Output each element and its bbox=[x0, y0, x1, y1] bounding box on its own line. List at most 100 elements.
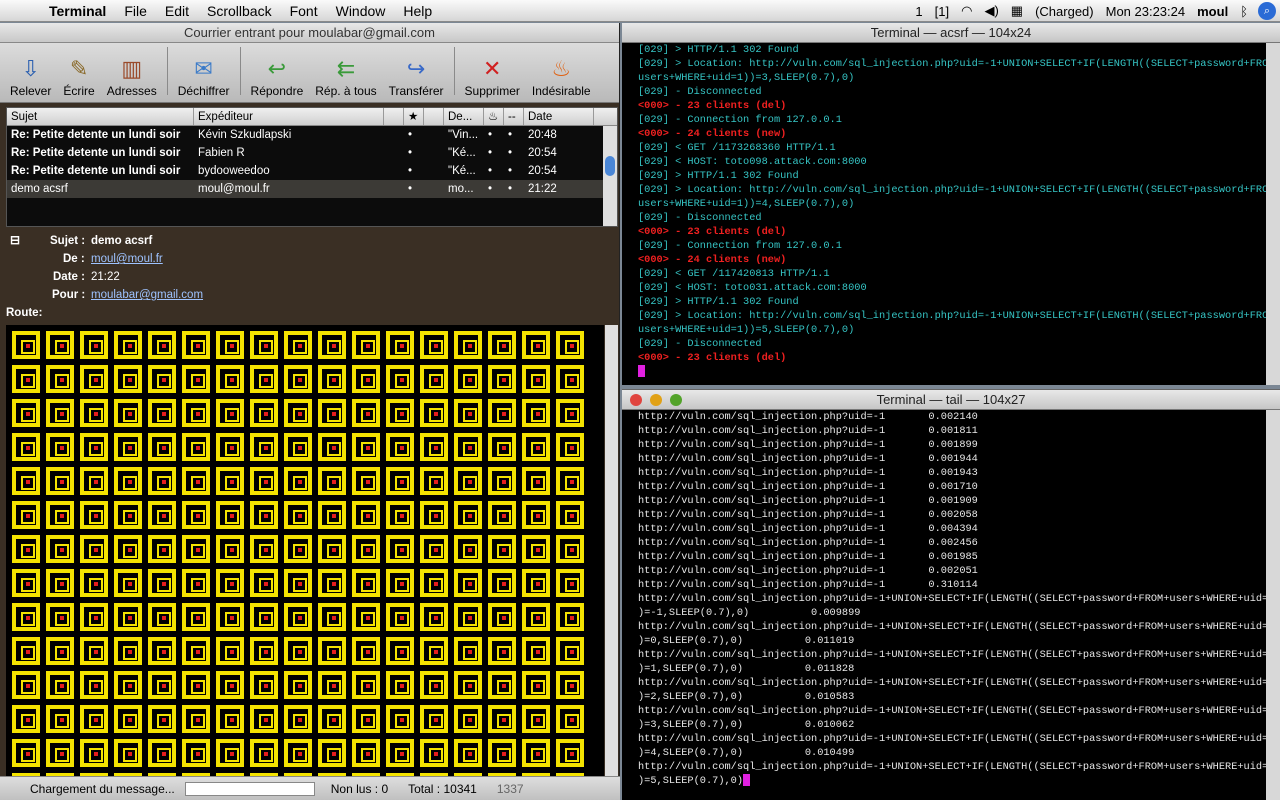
terminal-tail-output[interactable]: http://vuln.com/sql_injection.php?uid=-1… bbox=[622, 410, 1280, 788]
terminal-line: <000> - 23 clients (del) bbox=[638, 352, 787, 364]
menu-window[interactable]: Window bbox=[327, 3, 395, 19]
spotlight-search-icon[interactable]: ⌕ bbox=[1258, 2, 1276, 20]
message-row[interactable]: Re: Petite detente un lundi soir bydoowee… bbox=[7, 162, 617, 180]
cursor bbox=[638, 365, 645, 378]
pattern-tile bbox=[454, 603, 482, 631]
menu-file[interactable]: File bbox=[115, 3, 156, 19]
pattern-tile bbox=[216, 637, 244, 665]
battery-status[interactable]: (Charged) bbox=[1029, 4, 1100, 19]
pattern-tile bbox=[46, 671, 74, 699]
pattern-tile bbox=[250, 365, 278, 393]
column-dash[interactable]: -- bbox=[504, 108, 524, 125]
wifi-icon[interactable]: ◠ bbox=[955, 3, 978, 19]
pattern-tile bbox=[284, 331, 312, 359]
terminal-line: http://vuln.com/sql_injection.php?uid=-1… bbox=[638, 579, 978, 591]
forward-button[interactable]: ↪ Transférer bbox=[389, 56, 444, 98]
pattern-tile bbox=[420, 467, 448, 495]
terminal-acsrf-output[interactable]: [029] > HTTP/1.1 302 Found [029] > Locati… bbox=[622, 43, 1280, 379]
pattern-tile bbox=[420, 569, 448, 597]
column-star[interactable]: ★ bbox=[404, 108, 424, 125]
terminal-acsrf-scrollbar[interactable] bbox=[1266, 43, 1280, 385]
pattern-tile bbox=[284, 535, 312, 563]
column-date[interactable]: Date bbox=[524, 108, 594, 125]
pattern-tile bbox=[216, 365, 244, 393]
pattern-tile bbox=[80, 365, 108, 393]
pattern-tile bbox=[182, 433, 210, 461]
to-link[interactable]: moulabar@gmail.com bbox=[91, 289, 203, 301]
terminal-tail-scrollbar[interactable] bbox=[1266, 410, 1280, 800]
pattern-tile bbox=[114, 399, 142, 427]
column-flame[interactable]: ♨ bbox=[484, 108, 504, 125]
pattern-tile bbox=[454, 433, 482, 461]
flag-icon[interactable]: ▦ bbox=[1005, 3, 1029, 19]
minimize-button[interactable] bbox=[650, 394, 662, 406]
message-row[interactable]: Re: Petite detente un lundi soir Fabien R… bbox=[7, 144, 617, 162]
pattern-tile bbox=[420, 535, 448, 563]
pattern-tile bbox=[148, 569, 176, 597]
message-list-header: Sujet Expéditeur ★ De... ♨ -- Date bbox=[7, 108, 617, 126]
collapse-header-icon[interactable]: ⊟ bbox=[10, 233, 20, 247]
pattern-tile bbox=[522, 399, 550, 427]
terminal-line: http://vuln.com/sql_injection.php?uid=-1… bbox=[638, 537, 978, 549]
user-name[interactable]: moul bbox=[1191, 4, 1234, 19]
column-lock[interactable] bbox=[424, 108, 444, 125]
pattern-tile bbox=[556, 569, 584, 597]
menu-help[interactable]: Help bbox=[394, 3, 441, 19]
terminal-line: http://vuln.com/sql_injection.php?uid=-1… bbox=[638, 509, 978, 521]
forward-icon: ↪ bbox=[406, 56, 426, 81]
zoom-button[interactable] bbox=[670, 394, 682, 406]
clock[interactable]: Mon 23:23:24 bbox=[1100, 4, 1192, 19]
message-row[interactable]: Re: Petite detente un lundi soir Kévin Sz… bbox=[7, 126, 617, 144]
pattern-tile bbox=[80, 739, 108, 767]
status-item-count[interactable]: 1 bbox=[909, 4, 928, 19]
toolbar-separator bbox=[166, 46, 168, 95]
message-row-selected[interactable]: demo acsrf moul@moul.fr • mo... • • 21:22 bbox=[7, 180, 617, 198]
reply-button[interactable]: ↩ Répondre bbox=[251, 56, 304, 98]
menu-edit[interactable]: Edit bbox=[156, 3, 198, 19]
scroll-thumb[interactable] bbox=[605, 156, 615, 176]
terminal-line: [029] > Location: http://vuln.com/sql_in… bbox=[638, 58, 1280, 70]
pencil-icon: ✎ bbox=[69, 56, 89, 81]
junk-button[interactable]: ♨ Indésirable bbox=[532, 56, 591, 98]
menu-font[interactable]: Font bbox=[281, 3, 327, 19]
pattern-tile bbox=[12, 569, 40, 597]
terminal-line: )=5,SLEEP(0.7),0) bbox=[622, 774, 1280, 788]
menu-bar: Terminal File Edit Scrollback Font Windo… bbox=[0, 0, 1280, 22]
pattern-tile bbox=[318, 705, 346, 733]
spaces-indicator[interactable]: [1] bbox=[929, 4, 955, 19]
compose-button[interactable]: ✎ Écrire bbox=[63, 56, 94, 98]
pattern-tile bbox=[420, 671, 448, 699]
column-from[interactable]: Expéditeur bbox=[194, 108, 384, 125]
bluetooth-icon[interactable]: ᛒ bbox=[1234, 4, 1254, 19]
close-button[interactable] bbox=[630, 394, 642, 406]
terminal-line: [029] < GET /117420813 HTTP/1.1 bbox=[638, 268, 830, 280]
column-de[interactable]: De... bbox=[444, 108, 484, 125]
pattern-tile bbox=[182, 467, 210, 495]
terminal-line: http://vuln.com/sql_injection.php?uid=-1… bbox=[638, 495, 978, 507]
from-link[interactable]: moul@moul.fr bbox=[91, 253, 163, 265]
reply-all-button[interactable]: ⇇ Rép. à tous bbox=[315, 56, 376, 98]
message-list-scrollbar[interactable] bbox=[603, 126, 617, 226]
delete-button[interactable]: ✕ Supprimer bbox=[465, 56, 520, 98]
column-subject[interactable]: Sujet bbox=[7, 108, 194, 125]
pattern-tile bbox=[148, 467, 176, 495]
decrypt-button[interactable]: ✉ Déchiffrer bbox=[178, 56, 230, 98]
column-attachment[interactable] bbox=[384, 108, 404, 125]
mail-status-bar: Chargement du message... Non lus : 0 Tot… bbox=[0, 776, 620, 800]
address-book-button[interactable]: ▥ Adresses bbox=[107, 56, 157, 98]
pattern-tile bbox=[454, 467, 482, 495]
pattern-tile bbox=[318, 637, 346, 665]
get-mail-button[interactable]: ⇩ Relever bbox=[10, 56, 51, 98]
terminal-line: http://vuln.com/sql_injection.php?uid=-1… bbox=[638, 439, 978, 451]
route-label: Route: bbox=[6, 307, 43, 319]
menu-scrollback[interactable]: Scrollback bbox=[198, 3, 281, 19]
pattern-tile bbox=[80, 671, 108, 699]
pattern-tile bbox=[420, 433, 448, 461]
volume-icon[interactable]: ◀) bbox=[978, 3, 1004, 19]
message-body-scrollbar[interactable] bbox=[605, 325, 618, 797]
menu-app-terminal[interactable]: Terminal bbox=[40, 3, 115, 19]
pattern-tile bbox=[420, 705, 448, 733]
pattern-tile bbox=[488, 331, 516, 359]
pattern-tile bbox=[46, 637, 74, 665]
pattern-tile bbox=[386, 637, 414, 665]
